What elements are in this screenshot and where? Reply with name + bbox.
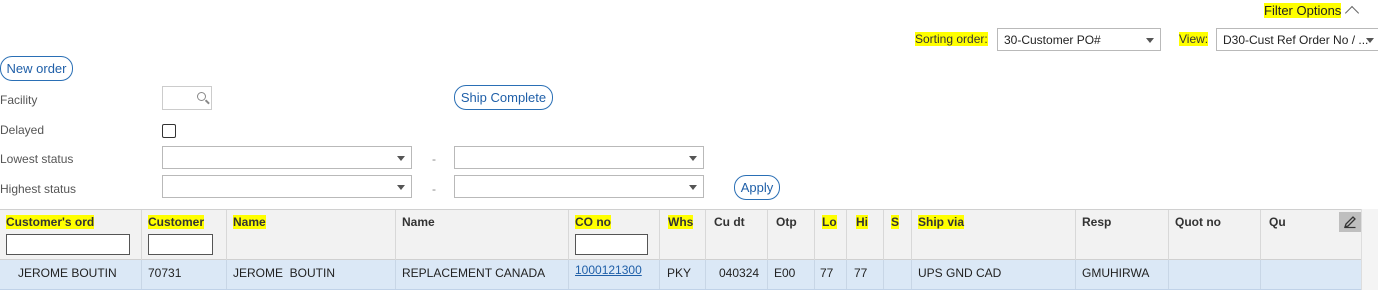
column-header-label: Quot no [1175, 215, 1221, 229]
column-header-label: Name [402, 215, 435, 229]
delayed-label: Delayed [0, 123, 45, 137]
cell-value: 70731 [148, 266, 182, 280]
range-separator: - [432, 152, 436, 166]
column-header-label: Cu dt [714, 215, 745, 229]
orders-grid: Customer's ord Customer Name Name CO no … [0, 209, 1378, 290]
table-row[interactable]: JEROME BOUTIN 70731 JEROME BOUTIN REPLAC… [0, 260, 1361, 290]
lowest-status-from-select[interactable] [162, 146, 412, 169]
dropdown-arrow-icon [689, 156, 697, 161]
view-value: D30-Cust Ref Order No / ... [1223, 33, 1369, 47]
column-header-label: S [891, 215, 900, 229]
column-header-cu-dt[interactable]: Cu dt [706, 210, 768, 260]
column-header-label: Qu [1269, 215, 1286, 229]
cell-hi: 77 [847, 260, 884, 289]
column-header-label: Resp [1082, 215, 1112, 229]
cell-value: 77 [854, 266, 868, 280]
dropdown-arrow-icon [1146, 38, 1154, 43]
cell-lo: 77 [815, 260, 847, 289]
vertical-scrollbar[interactable] [1361, 209, 1378, 290]
grid-header-row: Customer's ord Customer Name Name CO no … [0, 209, 1361, 260]
facility-input[interactable] [162, 86, 212, 110]
delayed-checkbox[interactable] [162, 124, 176, 138]
column-header-qu[interactable]: Qu [1261, 210, 1339, 260]
cell-name: JEROME BOUTIN [227, 260, 396, 289]
new-order-button[interactable]: New order [0, 56, 73, 81]
filter-options-toggle[interactable]: Filter Options [1264, 2, 1360, 21]
lowest-status-to-select[interactable] [454, 146, 704, 169]
ship-complete-button[interactable]: Ship Complete [454, 85, 553, 110]
apply-button[interactable]: Apply [734, 175, 780, 200]
cell-value: 040324 [719, 266, 760, 280]
chevron-up-icon [1345, 5, 1360, 21]
cell-value: JEROME BOUTIN [233, 266, 336, 280]
column-header-customer[interactable]: Customer [142, 210, 227, 260]
cell-co-no: 1000121300 [569, 260, 660, 289]
sorting-order-value: 30-Customer PO# [1004, 33, 1101, 47]
cell-ship-via: UPS GND CAD [912, 260, 1076, 289]
column-header-lo[interactable]: Lo [815, 210, 847, 260]
cell-s [884, 260, 912, 289]
cell-whs: PKY [660, 260, 706, 289]
column-header-label: Name [233, 215, 266, 229]
column-header-resp[interactable]: Resp [1076, 210, 1169, 260]
cell-value: PKY [667, 266, 692, 280]
cell-name-2: REPLACEMENT CANADA [396, 260, 569, 289]
cell-value: E00 [774, 266, 796, 280]
cell-quot-no [1169, 260, 1261, 289]
column-header-s[interactable]: S [884, 210, 912, 260]
column-header-whs[interactable]: Whs [660, 210, 706, 260]
cell-cu-dt: 040324 [706, 260, 768, 289]
highest-status-to-select[interactable] [454, 175, 704, 198]
dropdown-arrow-icon [689, 185, 697, 190]
dropdown-arrow-icon [397, 156, 405, 161]
search-icon[interactable] [197, 92, 206, 101]
highest-status-label: Highest status [0, 182, 77, 196]
column-header-quot-no[interactable]: Quot no [1169, 210, 1261, 260]
customer-filter-input[interactable] [148, 234, 213, 255]
co-no-filter-input[interactable] [575, 234, 648, 255]
column-header-co-no[interactable]: CO no [569, 210, 660, 260]
column-header-label: Whs [668, 215, 694, 229]
facility-label: Facility [0, 93, 38, 107]
column-header-label: Ship via [918, 215, 965, 229]
cell-qu [1261, 260, 1361, 289]
edit-columns-button[interactable] [1339, 212, 1361, 232]
cell-resp: GMUHIRWA [1076, 260, 1169, 289]
view-select[interactable]: D30-Cust Ref Order No / ... [1216, 28, 1378, 51]
column-header-label: Lo [822, 215, 837, 229]
pencil-icon [1343, 216, 1356, 229]
column-header-ship-via[interactable]: Ship via [912, 210, 1076, 260]
column-header-label: Customer [148, 215, 205, 229]
cell-value: GMUHIRWA [1082, 266, 1150, 280]
column-header-label: CO no [575, 215, 611, 229]
column-header-hi[interactable]: Hi [847, 210, 884, 260]
filter-options-label: Filter Options [1264, 2, 1342, 18]
cell-customers-ord: JEROME BOUTIN [0, 260, 142, 289]
customers-ord-filter-input[interactable] [6, 234, 130, 255]
cell-customer: 70731 [142, 260, 227, 289]
column-header-name[interactable]: Name [227, 210, 396, 260]
column-header-label: Hi [856, 215, 868, 229]
column-header-label: Customer's ord [6, 215, 95, 229]
cell-value: 77 [820, 266, 834, 280]
co-no-link[interactable]: 1000121300 [575, 263, 642, 277]
sorting-order-label: Sorting order: [915, 32, 988, 46]
lowest-status-label: Lowest status [0, 152, 74, 166]
sorting-order-select[interactable]: 30-Customer PO# [997, 28, 1161, 51]
cell-value: REPLACEMENT CANADA [402, 266, 546, 280]
column-header-label: Otp [776, 215, 797, 229]
column-header-customers-ord[interactable]: Customer's ord [0, 210, 142, 260]
cell-value: UPS GND CAD [918, 266, 1002, 280]
view-label: View: [1179, 32, 1209, 46]
dropdown-arrow-icon [1366, 38, 1374, 43]
cell-value: JEROME BOUTIN [18, 266, 117, 280]
cell-otp: E00 [768, 260, 815, 289]
range-separator: - [432, 182, 436, 196]
highest-status-from-select[interactable] [162, 175, 412, 198]
column-header-name-2[interactable]: Name [396, 210, 569, 260]
dropdown-arrow-icon [397, 185, 405, 190]
column-header-otp[interactable]: Otp [768, 210, 815, 260]
